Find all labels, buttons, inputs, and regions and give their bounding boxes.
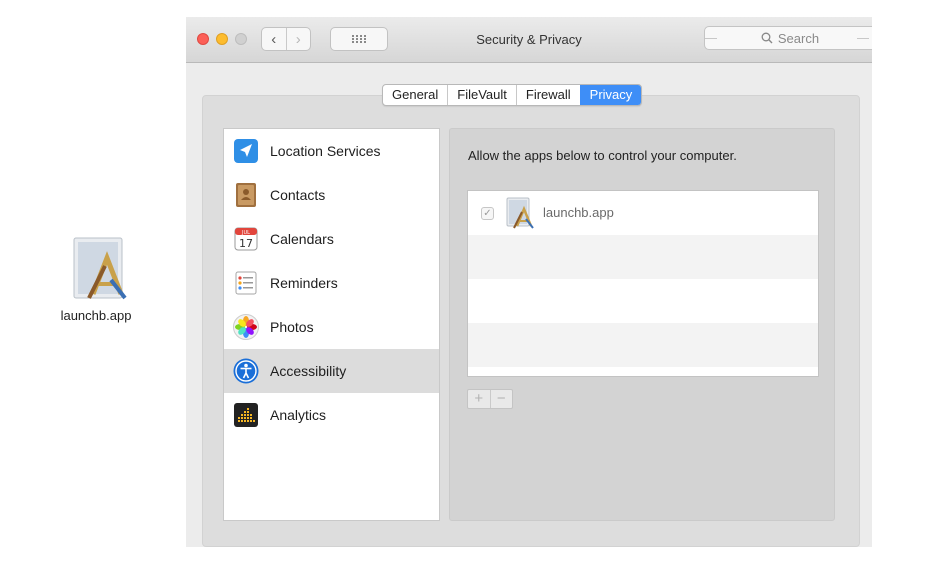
back-forward-control: ‹ › <box>261 27 311 51</box>
sidebar-item-label: Reminders <box>270 275 338 291</box>
calendar-icon: JUL 17 <box>233 226 259 252</box>
add-remove-control: + − <box>467 389 513 409</box>
add-app-button[interactable]: + <box>468 390 490 408</box>
sidebar-item-label: Photos <box>270 319 314 335</box>
security-privacy-window: ‹ › Security & Privacy Search General Fi… <box>186 17 872 547</box>
show-all-button[interactable] <box>330 27 388 51</box>
forward-button[interactable]: › <box>285 28 311 50</box>
calendar-icon-day: 17 <box>239 237 253 250</box>
chevron-right-icon: › <box>295 30 301 48</box>
tab-filevault[interactable]: FileVault <box>447 85 516 105</box>
app-row-launchb[interactable]: ✓ launchb.app <box>468 191 818 235</box>
sidebar-item-contacts[interactable]: Contacts <box>224 173 439 217</box>
allowed-apps-list[interactable]: ✓ launchb.app <box>467 190 819 377</box>
location-arrow-icon <box>233 138 259 164</box>
list-empty-row <box>468 367 818 376</box>
list-empty-row <box>468 323 818 367</box>
back-button[interactable]: ‹ <box>262 28 286 50</box>
close-window-button[interactable] <box>197 33 209 45</box>
title-bar: ‹ › Security & Privacy Search <box>186 17 872 63</box>
app-document-icon <box>71 236 127 300</box>
list-empty-row <box>468 279 818 323</box>
app-document-icon <box>504 197 536 229</box>
sidebar-item-label: Analytics <box>270 407 327 423</box>
contacts-book-icon <box>233 182 259 208</box>
sidebar-item-location-services[interactable]: Location Services <box>224 129 439 173</box>
search-field-edge <box>857 38 869 39</box>
photos-flower-icon <box>233 314 259 340</box>
accessibility-detail-pane: Allow the apps below to control your com… <box>449 128 835 521</box>
search-field[interactable]: Search <box>704 26 872 50</box>
sidebar-item-accessibility[interactable]: Accessibility <box>224 349 439 393</box>
tab-firewall[interactable]: Firewall <box>515 85 580 105</box>
grid-dots-icon <box>352 35 366 43</box>
tab-privacy[interactable]: Privacy <box>579 85 642 105</box>
sidebar-item-label: Location Services <box>270 143 381 159</box>
tab-bar: General FileVault Firewall Privacy <box>382 84 643 106</box>
tab-general[interactable]: General <box>383 85 447 105</box>
accessibility-person-icon <box>233 358 259 384</box>
analytics-grid-icon <box>233 402 259 428</box>
chevron-left-icon: ‹ <box>271 30 277 48</box>
search-field-edge <box>705 38 717 39</box>
desktop-file-launchb[interactable]: launchb.app <box>50 236 142 323</box>
zoom-window-button[interactable] <box>235 33 247 45</box>
calendar-icon-month: JUL <box>241 230 250 236</box>
sidebar-item-calendars[interactable]: JUL 17 Calendars <box>224 217 439 261</box>
list-empty-row <box>468 235 818 279</box>
sidebar-item-reminders[interactable]: Reminders <box>224 261 439 305</box>
privacy-category-list: Location Services Contacts JUL 17 Calend… <box>223 128 440 521</box>
sidebar-item-label: Calendars <box>270 231 334 247</box>
window-title: Security & Privacy <box>476 32 582 47</box>
desktop-file-label: launchb.app <box>60 308 132 323</box>
minimize-window-button[interactable] <box>216 33 228 45</box>
app-allow-checkbox[interactable]: ✓ <box>481 207 494 220</box>
sidebar-item-label: Accessibility <box>270 363 347 379</box>
detail-heading: Allow the apps below to control your com… <box>468 148 737 163</box>
reminders-list-icon <box>233 270 259 296</box>
sidebar-item-label: Contacts <box>270 187 326 203</box>
sidebar-item-analytics[interactable]: Analytics <box>224 393 439 437</box>
search-placeholder: Search <box>777 30 820 46</box>
sidebar-item-photos[interactable]: Photos <box>224 305 439 349</box>
remove-app-button[interactable]: − <box>489 390 513 408</box>
search-icon <box>761 32 773 44</box>
app-row-label: launchb.app <box>543 205 614 220</box>
